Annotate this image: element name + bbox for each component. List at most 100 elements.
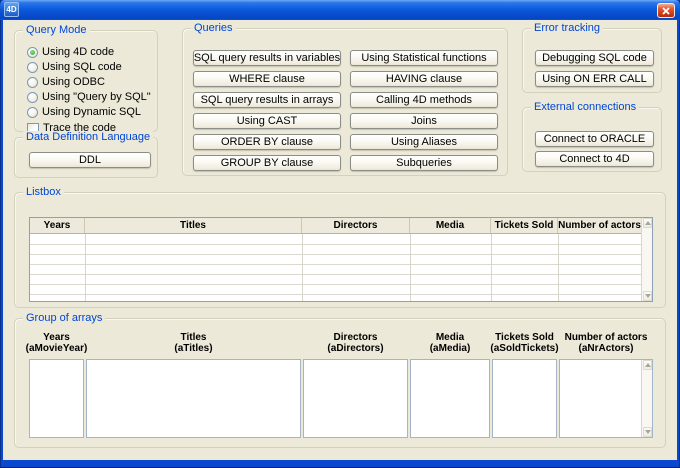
- column-header-titles[interactable]: Titles: [85, 218, 302, 233]
- array-listbox-years[interactable]: [29, 359, 84, 438]
- radio-using-sql-code[interactable]: Using SQL code: [27, 60, 122, 75]
- arrow-up-icon: [645, 363, 651, 367]
- listbox-rows[interactable]: [30, 234, 641, 301]
- app-window: 4D Query Mode Using 4D codeUsing SQL cod…: [0, 0, 680, 468]
- column-header-directors[interactable]: Directors: [302, 218, 410, 233]
- radio-icon: [27, 77, 38, 88]
- array-column-label-directors: Directors(aDirectors): [301, 332, 411, 354]
- array-label-variable: (aTitles): [139, 343, 249, 354]
- array-label-title: Years: [2, 332, 112, 343]
- listbox-header-row: YearsTitlesDirectorsMediaTickets SoldNum…: [30, 218, 641, 234]
- array-label-variable: (aNrActors): [551, 343, 661, 354]
- column-header-media[interactable]: Media: [410, 218, 491, 233]
- grid-line: [491, 234, 492, 301]
- group-of-arrays-group: Group of arrays Years(aMovieYear)Titles(…: [14, 318, 666, 448]
- ddl-group-title: Data Definition Language: [23, 131, 153, 144]
- group-of-arrays-group-title: Group of arrays: [23, 312, 105, 325]
- using-statistical-functions-button[interactable]: Using Statistical functions: [350, 50, 498, 66]
- array-vertical-scrollbar[interactable]: [641, 360, 652, 437]
- ddl-button[interactable]: DDL: [29, 152, 151, 168]
- radio-using-odbc[interactable]: Using ODBC: [27, 75, 105, 90]
- using-on-err-call-button[interactable]: Using ON ERR CALL: [535, 71, 654, 87]
- array-listbox-tickets-sold[interactable]: [492, 359, 557, 438]
- scrollbar-down-button[interactable]: [643, 427, 652, 437]
- arrow-down-icon: [645, 294, 651, 298]
- having-clause-button[interactable]: HAVING clause: [350, 71, 498, 87]
- array-listbox-titles[interactable]: [86, 359, 301, 438]
- grid-line: [30, 284, 641, 285]
- array-label-variable: (aDirectors): [301, 343, 411, 354]
- joins-button[interactable]: Joins: [350, 113, 498, 129]
- grid-line: [30, 274, 641, 275]
- where-clause-button[interactable]: WHERE clause: [193, 71, 341, 87]
- grid-line: [410, 234, 411, 301]
- subqueries-button[interactable]: Subqueries: [350, 155, 498, 171]
- listbox-table[interactable]: YearsTitlesDirectorsMediaTickets SoldNum…: [29, 217, 653, 302]
- column-header-number-of-actors[interactable]: Number of actors: [558, 218, 641, 233]
- radio-label: Using ODBC: [42, 76, 105, 89]
- arrow-down-icon: [645, 430, 651, 434]
- radio-label: Using Dynamic SQL: [42, 106, 141, 119]
- radio-using-4d-code[interactable]: Using 4D code: [27, 45, 114, 60]
- queries-group-title: Queries: [191, 22, 236, 35]
- grid-line: [302, 234, 303, 301]
- radio-using-dynamic-sql[interactable]: Using Dynamic SQL: [27, 105, 141, 120]
- scrollbar-up-button[interactable]: [643, 360, 652, 370]
- listbox-vertical-scrollbar[interactable]: [641, 218, 652, 301]
- queries-group: Queries SQL query results in variablesWH…: [182, 28, 508, 176]
- radio-icon: [27, 92, 38, 103]
- grid-line: [30, 244, 641, 245]
- grid-line: [30, 294, 641, 295]
- external-connections-group: External connections Connect to ORACLECo…: [522, 107, 662, 172]
- radio-label: Using "Query by SQL": [42, 91, 151, 104]
- order-by-clause-button[interactable]: ORDER BY clause: [193, 134, 341, 150]
- client-area: Query Mode Using 4D codeUsing SQL codeUs…: [3, 20, 677, 460]
- scrollbar-down-button[interactable]: [643, 291, 652, 301]
- sql-query-results-in-arrays-button[interactable]: SQL query results in arrays: [193, 92, 341, 108]
- connect-to-oracle-button[interactable]: Connect to ORACLE: [535, 131, 654, 147]
- radio-label: Using 4D code: [42, 46, 114, 59]
- using-cast-button[interactable]: Using CAST: [193, 113, 341, 129]
- group-by-clause-button[interactable]: GROUP BY clause: [193, 155, 341, 171]
- radio-icon: [27, 107, 38, 118]
- array-column-label-titles: Titles(aTitles): [139, 332, 249, 354]
- radio-icon: [27, 62, 38, 73]
- query-mode-group: Query Mode Using 4D codeUsing SQL codeUs…: [14, 30, 158, 132]
- column-header-years[interactable]: Years: [30, 218, 85, 233]
- listbox-group: Listbox YearsTitlesDirectorsMediaTickets…: [14, 192, 666, 308]
- app-icon: 4D: [4, 2, 19, 17]
- array-listbox-number-of-actors[interactable]: [559, 359, 653, 438]
- arrow-up-icon: [645, 221, 651, 225]
- array-listbox-media[interactable]: [410, 359, 490, 438]
- array-label-title: Titles: [139, 332, 249, 343]
- using-aliases-button[interactable]: Using Aliases: [350, 134, 498, 150]
- close-button[interactable]: [657, 3, 675, 18]
- array-label-variable: (aMovieYear): [2, 343, 112, 354]
- titlebar[interactable]: 4D: [0, 0, 680, 20]
- close-icon: [662, 7, 670, 15]
- radio-dot: [30, 50, 35, 55]
- grid-line: [558, 234, 559, 301]
- radio-using-query-by-sql[interactable]: Using "Query by SQL": [27, 90, 151, 105]
- debugging-sql-code-button[interactable]: Debugging SQL code: [535, 50, 654, 66]
- array-column-label-years: Years(aMovieYear): [2, 332, 112, 354]
- grid-line: [85, 234, 86, 301]
- external-connections-group-title: External connections: [531, 101, 639, 114]
- app-icon-label: 4D: [6, 5, 16, 14]
- array-listbox-directors[interactable]: [303, 359, 408, 438]
- column-header-tickets-sold[interactable]: Tickets Sold: [491, 218, 558, 233]
- connect-to-4d-button[interactable]: Connect to 4D: [535, 151, 654, 167]
- sql-query-results-in-variables-button[interactable]: SQL query results in variables: [193, 50, 341, 66]
- scrollbar-up-button[interactable]: [643, 218, 652, 228]
- grid-line: [30, 254, 641, 255]
- calling-4d-methods-button[interactable]: Calling 4D methods: [350, 92, 498, 108]
- radio-icon: [27, 47, 38, 58]
- error-tracking-group-title: Error tracking: [531, 22, 603, 35]
- array-label-title: Directors: [301, 332, 411, 343]
- error-tracking-group: Error tracking Debugging SQL codeUsing O…: [522, 28, 662, 93]
- grid-line: [30, 264, 641, 265]
- listbox-group-title: Listbox: [23, 186, 64, 199]
- data-definition-language-group: Data Definition Language DDL: [14, 137, 158, 178]
- array-label-title: Number of actors: [551, 332, 661, 343]
- radio-label: Using SQL code: [42, 61, 122, 74]
